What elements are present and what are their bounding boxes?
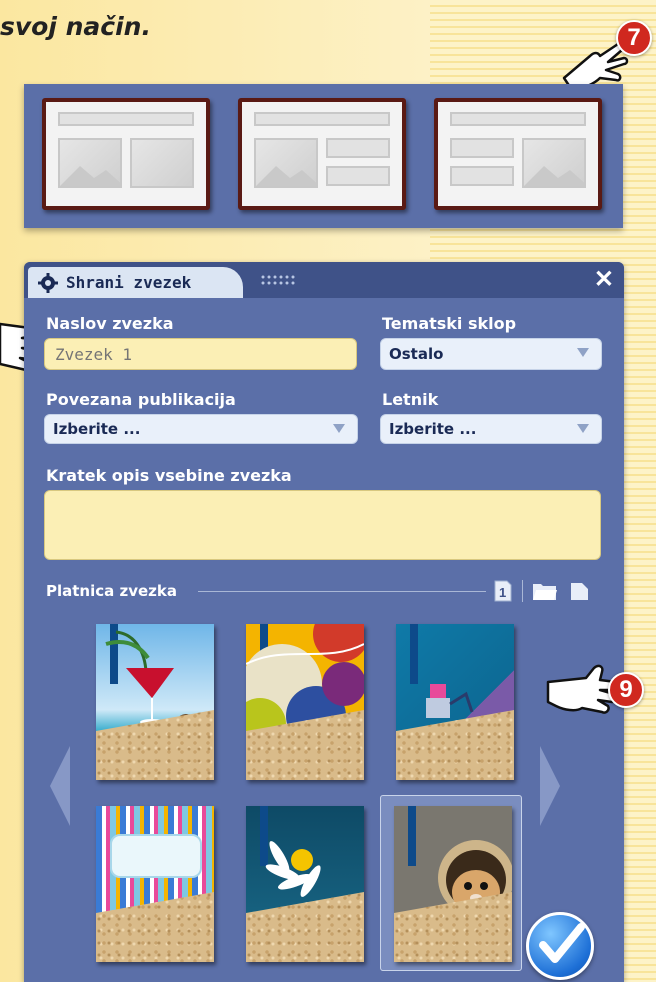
checkmark-icon — [539, 923, 585, 963]
section-divider — [198, 591, 486, 592]
covers-section-header: Platnica zvezka 1 — [46, 580, 606, 602]
dialog-title: Shrani zvezek — [66, 273, 192, 292]
chevron-down-icon — [333, 424, 345, 433]
year-label: Letnik — [382, 390, 439, 409]
close-button[interactable]: ✕ — [594, 266, 614, 294]
title-field-label: Naslov zvezka — [46, 314, 174, 333]
cover-striped-label[interactable] — [96, 806, 214, 962]
dialog-tab: Shrani zvezek — [28, 267, 243, 298]
save-notebook-dialog: Shrani zvezek ✕ Naslov zvezka Tematski s… — [24, 262, 624, 982]
topic-select[interactable]: Ostalo — [380, 338, 602, 370]
cover-tropical[interactable] — [96, 624, 214, 780]
new-page-icon[interactable] — [570, 580, 590, 602]
cover-hamster[interactable] — [394, 806, 512, 962]
cover-daisy[interactable] — [246, 806, 364, 962]
cover-blue-robot[interactable] — [396, 624, 514, 780]
publication-label: Povezana publikacija — [46, 390, 236, 409]
topic-label: Tematski sklop — [382, 314, 517, 333]
confirm-button[interactable] — [526, 912, 594, 980]
dialog-header: Shrani zvezek ✕ — [24, 262, 624, 298]
layout-option-image-text[interactable] — [238, 98, 406, 210]
folder-icon[interactable] — [532, 580, 558, 602]
layout-strip — [24, 84, 623, 228]
topic-select-value: Ostalo — [389, 345, 444, 363]
callout-nine: 9 — [608, 672, 644, 708]
chevron-down-icon — [577, 424, 589, 433]
drag-handle-icon[interactable] — [260, 274, 296, 286]
chevron-down-icon — [577, 348, 589, 357]
year-select[interactable]: Izberite ... — [380, 414, 602, 444]
page-badge-text: 1 — [499, 585, 506, 600]
title-input[interactable] — [44, 338, 357, 370]
next-arrow-icon[interactable] — [538, 746, 562, 826]
callout-seven: 7 — [616, 20, 652, 56]
previous-arrow-icon[interactable] — [48, 746, 72, 826]
intro-text: svoj način. — [0, 12, 151, 41]
year-select-value: Izberite ... — [389, 420, 477, 438]
cover-yellow-abstract[interactable] — [246, 624, 364, 780]
publication-select-value: Izberite ... — [53, 420, 141, 438]
layout-option-text-image[interactable] — [434, 98, 602, 210]
page-number-icon[interactable]: 1 — [494, 580, 512, 602]
layout-option-two-images[interactable] — [42, 98, 210, 210]
gear-icon — [38, 272, 58, 293]
toolbar-divider — [522, 580, 523, 602]
description-textarea[interactable] — [44, 490, 601, 560]
covers-section-label: Platnica zvezka — [46, 582, 177, 600]
description-label: Kratek opis vsebine zvezka — [46, 466, 292, 485]
publication-select[interactable]: Izberite ... — [44, 414, 358, 444]
